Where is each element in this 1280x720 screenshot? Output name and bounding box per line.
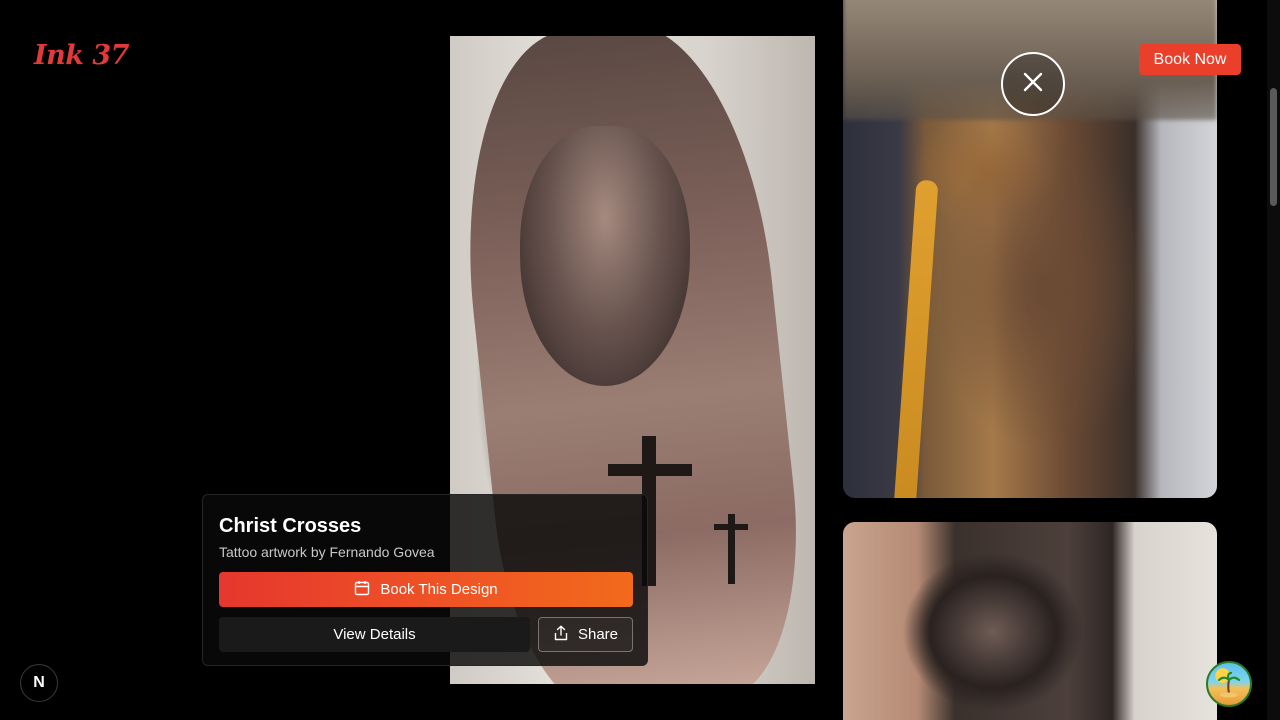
view-details-button[interactable]: View Details bbox=[219, 617, 530, 652]
share-label: Share bbox=[577, 626, 619, 643]
artwork-info-card: Christ Crosses Tattoo artwork by Fernand… bbox=[202, 494, 648, 666]
page-scrollbar-thumb[interactable] bbox=[1270, 88, 1277, 206]
beach-island-icon[interactable] bbox=[1206, 661, 1252, 707]
framework-dev-badge[interactable]: N bbox=[20, 664, 58, 702]
portrait-tattoo-shape bbox=[520, 126, 690, 386]
book-now-button[interactable]: Book Now bbox=[1139, 44, 1241, 75]
gallery-lightbox-page: Ink 37 Book Now Christ Crosses Tattoo ar… bbox=[0, 0, 1280, 720]
brand-logo[interactable]: Ink 37 bbox=[34, 40, 129, 71]
artwork-subtitle: Tattoo artwork by Fernando Govea bbox=[219, 544, 435, 560]
close-icon bbox=[1022, 71, 1044, 98]
calendar-icon bbox=[354, 580, 370, 600]
tape-strip-shape bbox=[893, 179, 939, 498]
cross-tattoo-shape bbox=[714, 524, 748, 530]
book-this-design-button[interactable]: Book This Design bbox=[219, 572, 633, 607]
artwork-title: Christ Crosses bbox=[219, 515, 362, 537]
cross-tattoo-shape bbox=[608, 464, 692, 476]
close-lightbox-button[interactable] bbox=[1001, 52, 1065, 116]
book-this-design-label: Book This Design bbox=[380, 581, 498, 598]
share-icon bbox=[553, 625, 569, 645]
side-tattoo-image-2[interactable] bbox=[843, 522, 1217, 720]
share-button[interactable]: Share bbox=[538, 617, 633, 652]
